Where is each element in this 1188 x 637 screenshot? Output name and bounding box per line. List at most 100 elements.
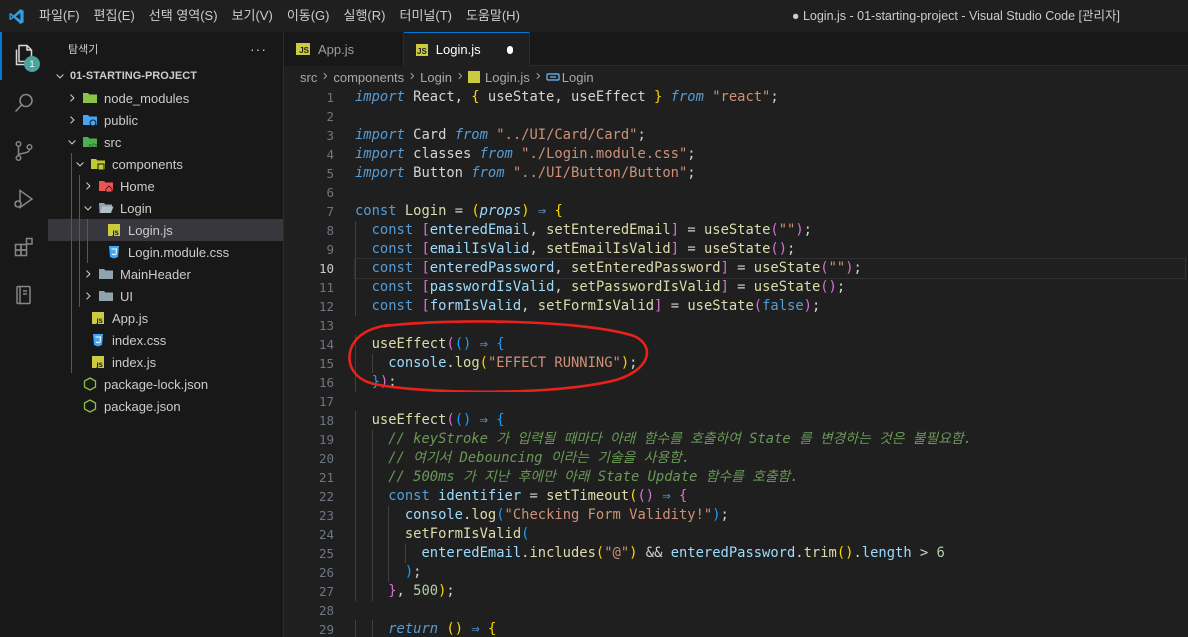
- tree-item-label: package-lock.json: [104, 376, 209, 392]
- indent-guide: [388, 563, 390, 582]
- search-activity-button[interactable]: [0, 80, 48, 128]
- code-line[interactable]: [355, 601, 1185, 620]
- code-line[interactable]: const identifier = setTimeout(() ⇒ {: [355, 487, 1185, 506]
- tree-file[interactable]: index.css: [48, 329, 283, 351]
- tab-app-js[interactable]: JS App.js: [284, 32, 404, 66]
- project-section-header[interactable]: 01-STARTING-PROJECT: [48, 65, 283, 87]
- code-line[interactable]: const [enteredPassword, setEnteredPasswo…: [354, 258, 1186, 279]
- menu-item[interactable]: 이동(G): [280, 0, 337, 32]
- breadcrumb-item[interactable]: Login: [420, 70, 452, 85]
- tree-folder[interactable]: node_modules: [48, 87, 283, 109]
- tree-folder[interactable]: </> src: [48, 131, 283, 153]
- tree-file[interactable]: JS index.js: [48, 351, 283, 373]
- line-number: 25: [318, 546, 334, 561]
- source-control-activity-button[interactable]: [0, 128, 48, 176]
- chevron-down-icon: [52, 68, 68, 84]
- more-actions-button[interactable]: ···: [250, 41, 267, 57]
- tree-folder[interactable]: MainHeader: [48, 263, 283, 285]
- code-token: "": [778, 222, 796, 238]
- code-line[interactable]: import Button from "../UI/Button/Button"…: [355, 164, 1185, 183]
- tree-file[interactable]: Login.module.css: [48, 241, 283, 263]
- menu-item[interactable]: 선택 영역(S): [142, 0, 225, 32]
- code-line[interactable]: const [enteredEmail, setEnteredEmail] = …: [355, 221, 1185, 240]
- code-token: ): [795, 222, 804, 238]
- tree-item-label: UI: [120, 288, 133, 304]
- code-editor[interactable]: 1 2 3 4 5 6 7 8 9 10 11 12 13 14 15 16 17 18 19 20 21 22 23 24 2…: [284, 88, 1188, 637]
- chevron-right-icon: [80, 178, 96, 194]
- chevron-down-icon: [64, 134, 80, 150]
- code-line[interactable]: setFormIsValid(: [355, 525, 1185, 544]
- code-token: ;: [687, 146, 696, 162]
- code-line[interactable]: import React, { useState, useEffect } fr…: [355, 88, 1185, 107]
- chevron-right-icon: [533, 71, 543, 84]
- code-token: =: [679, 241, 704, 257]
- code-line[interactable]: enteredEmail.includes("@") && enteredPas…: [355, 544, 1185, 563]
- breadcrumb-item[interactable]: components: [333, 70, 404, 85]
- code-line[interactable]: }, 500);: [355, 582, 1185, 601]
- code-line[interactable]: import classes from "./Login.module.css"…: [355, 145, 1185, 164]
- code-line[interactable]: const [formIsValid, setFormIsValid] = us…: [355, 297, 1185, 316]
- breadcrumb-item[interactable]: Login.js: [485, 70, 530, 85]
- indent-guide: [388, 525, 390, 544]
- indent-guide: [388, 544, 390, 563]
- tree-folder[interactable]: public: [48, 109, 283, 131]
- tree-folder[interactable]: UI: [48, 285, 283, 307]
- tree-file[interactable]: package.json: [48, 395, 283, 417]
- line-number: 10: [318, 261, 334, 276]
- code-line[interactable]: [355, 392, 1185, 411]
- code-line[interactable]: return () ⇒ {: [355, 620, 1185, 637]
- extensions-activity-button[interactable]: [0, 224, 48, 272]
- indent-guide: [79, 197, 80, 219]
- line-number: 13: [318, 318, 334, 333]
- unsaved-dot-icon[interactable]: [506, 45, 513, 54]
- tree-file[interactable]: JS Login.js: [48, 219, 283, 241]
- code-line[interactable]: [355, 183, 1185, 202]
- code-line[interactable]: [355, 107, 1185, 126]
- indent-guide: [355, 449, 356, 468]
- code-line[interactable]: useEffect(() ⇒ {: [355, 411, 1185, 430]
- code-token: ]: [720, 260, 729, 276]
- tree-folder[interactable]: Home: [48, 175, 283, 197]
- breadcrumb-item[interactable]: Login: [562, 70, 594, 85]
- code-token: length: [861, 545, 912, 561]
- indent-guide: [79, 285, 80, 307]
- code-token: ;: [770, 89, 779, 105]
- tree-folder[interactable]: Login: [48, 197, 283, 219]
- code-line[interactable]: import Card from "../UI/Card/Card";: [355, 126, 1185, 145]
- indent-guide: [371, 449, 373, 468]
- code-line[interactable]: // 500ms 가 지난 후에만 아래 State Update 함수를 호출…: [355, 468, 1185, 487]
- menu-item[interactable]: 터미널(T): [392, 0, 458, 32]
- code-line[interactable]: const Login = (props) ⇒ {: [355, 202, 1185, 221]
- tab-login-js[interactable]: JS Login.js: [404, 32, 530, 66]
- line-number-gutter: 1 2 3 4 5 6 7 8 9 10 11 12 13 14 15 16 17 18 19 20 21 22 23 24 2…: [284, 88, 334, 637]
- menu-item[interactable]: 편집(E): [87, 0, 142, 32]
- indent-guide: [71, 153, 72, 175]
- explorer-activity-button[interactable]: 1: [0, 32, 48, 80]
- code-line[interactable]: const [emailIsValid, setEmailIsValid] = …: [355, 240, 1185, 259]
- menu-item[interactable]: 보기(V): [225, 0, 280, 32]
- tree-file[interactable]: JS App.js: [48, 307, 283, 329]
- menu-item[interactable]: 실행(R): [337, 0, 393, 32]
- code-line[interactable]: // 여기서 Debouncing 이라는 기술을 사용함.: [355, 449, 1185, 468]
- code-token: from: [670, 89, 704, 105]
- src-folder-icon: </>: [82, 134, 98, 150]
- indent-guide: [371, 582, 373, 601]
- code-line[interactable]: // keyStroke 가 입력될 때마다 아래 함수를 호출하여 State…: [355, 430, 1185, 449]
- tree-folder[interactable]: components: [48, 153, 283, 175]
- menu-item[interactable]: 파일(F): [32, 0, 87, 32]
- menu-item[interactable]: 도움말(H): [459, 0, 527, 32]
- code-line[interactable]: );: [355, 563, 1185, 582]
- chevron-right-icon: [455, 71, 465, 84]
- code-line[interactable]: console.log("Checking Form Validity!");: [355, 506, 1185, 525]
- notebook-activity-button[interactable]: [0, 272, 48, 320]
- tree-file[interactable]: package-lock.json: [48, 373, 283, 395]
- code-token: (): [454, 412, 472, 428]
- run-debug-activity-button[interactable]: [0, 176, 48, 224]
- breadcrumb-item[interactable]: src: [300, 70, 317, 85]
- vscode-logo-icon: [0, 0, 32, 32]
- code-line[interactable]: const [passwordIsValid, setPasswordIsVal…: [355, 278, 1185, 297]
